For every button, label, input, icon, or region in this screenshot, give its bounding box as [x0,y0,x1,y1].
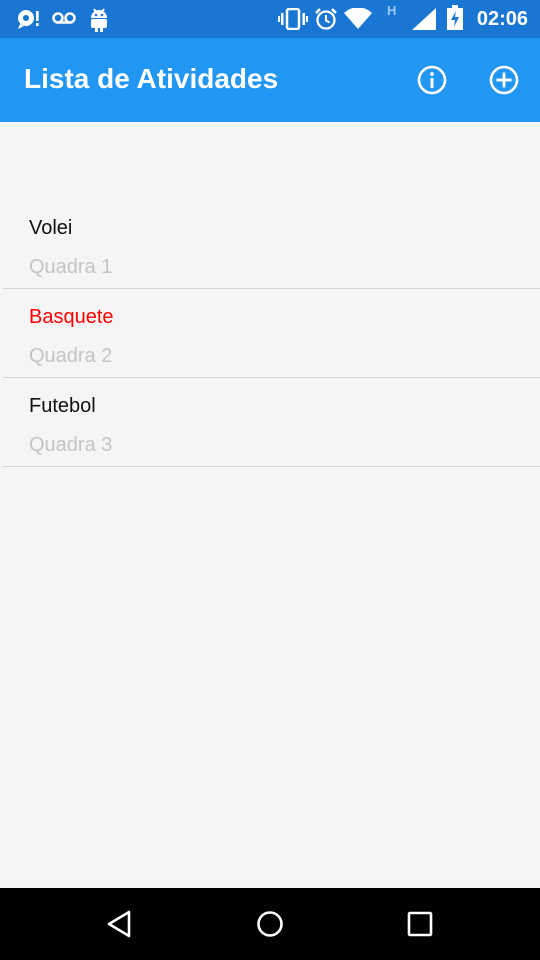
wifi-icon [344,8,372,29]
voicemail-icon [52,12,76,24]
page-title: Lista de Atividades [24,63,279,94]
navigation-bar [0,888,540,960]
recents-button[interactable] [402,906,438,942]
item-subtitle: Quadra 2 [29,345,113,367]
activity-list: Volei Quadra 1 Basquete Quadra 2 Futebol… [3,200,540,467]
info-icon [417,65,447,95]
item-title: Basquete [29,306,114,328]
item-title: Futebol [29,395,96,417]
network-type-label: H [387,3,397,18]
info-button[interactable] [416,64,448,96]
item-subtitle: Quadra 1 [29,256,113,278]
app-bar: Lista de Atividades [0,38,540,122]
android-debug-icon [91,8,107,32]
home-button[interactable] [252,906,288,942]
vibrate-icon [278,8,308,30]
back-icon [107,910,131,938]
list-item-basquete[interactable]: Basquete Quadra 2 [3,289,540,378]
signal-icon [412,8,436,30]
alarm-icon [315,8,337,30]
recents-icon [407,911,433,937]
status-bar: H 02:06 [0,0,540,38]
list-item-futebol[interactable]: Futebol Quadra 3 [3,378,540,467]
add-activity-button[interactable] [488,64,520,96]
battery-charging-icon [447,5,463,30]
back-button[interactable] [102,906,138,942]
home-icon [257,911,283,937]
item-title: Volei [29,217,73,239]
item-subtitle: Quadra 3 [29,434,113,456]
notification-bubble-icon [18,10,39,29]
list-item-volei[interactable]: Volei Quadra 1 [3,200,540,289]
status-clock: 02:06 [476,8,528,30]
add-circle-icon [489,65,519,95]
